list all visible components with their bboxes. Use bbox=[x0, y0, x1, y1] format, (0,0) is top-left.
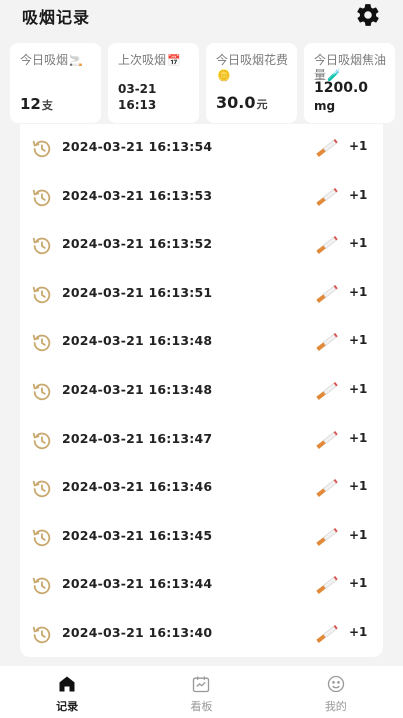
stat-value: 03-21 16:13 bbox=[118, 82, 157, 112]
history-clock-icon bbox=[32, 237, 51, 255]
stat-label: 今日吸烟 bbox=[20, 53, 69, 67]
cigarette-icon bbox=[316, 382, 338, 400]
record-count: +1 bbox=[349, 284, 368, 299]
record-row[interactable]: 2024-03-21 16:13:48 +1 bbox=[20, 318, 383, 366]
record-count: +1 bbox=[349, 576, 368, 591]
bottom-tab-bar: 记录 看板 我的 bbox=[0, 666, 403, 718]
cigarette-icon bbox=[316, 236, 338, 255]
record-row[interactable]: 2024-03-21 16:13:40 +1 bbox=[20, 610, 383, 657]
cigarette-icon bbox=[316, 284, 338, 303]
record-time: 2024-03-21 16:13:47 bbox=[62, 430, 213, 446]
record-row[interactable]: 2024-03-21 16:13:44 +1 bbox=[20, 561, 383, 609]
history-clock-icon bbox=[32, 578, 51, 595]
smiley-icon bbox=[327, 675, 344, 693]
record-time: 2024-03-21 16:13:48 bbox=[62, 333, 213, 349]
cigarette-icon bbox=[316, 139, 338, 157]
history-clock-icon bbox=[32, 140, 51, 158]
stat-card-last-smoke: 上次吸烟📅 03-21 16:13 bbox=[108, 43, 199, 123]
record-count: +1 bbox=[349, 236, 368, 251]
history-clock-icon bbox=[32, 383, 51, 401]
page-title: 吸烟记录 bbox=[22, 8, 91, 27]
history-clock-icon bbox=[32, 480, 51, 498]
calendar-emoji-icon: 📅 bbox=[167, 54, 181, 67]
record-list[interactable]: 2024-03-21 16:13:54 +1 2024-03-21 16:13:53… bbox=[20, 124, 383, 657]
history-clock-icon bbox=[32, 189, 51, 206]
settings-button[interactable] bbox=[354, 2, 382, 28]
history-clock-icon bbox=[32, 626, 51, 644]
record-row[interactable]: 2024-03-21 16:13:47 +1 bbox=[20, 416, 383, 464]
record-row[interactable]: 2024-03-21 16:13:48 +1 bbox=[20, 367, 383, 415]
stat-card-tar: 今日吸烟焦油量🧪 1200.0 mg bbox=[304, 43, 395, 123]
tab-label: 我的 bbox=[324, 700, 347, 713]
cigarette-icon bbox=[316, 187, 338, 206]
record-row[interactable]: 2024-03-21 16:13:45 +1 bbox=[20, 513, 383, 561]
record-time: 2024-03-21 16:13:44 bbox=[62, 576, 213, 592]
record-row[interactable]: 2024-03-21 16:13:52 +1 bbox=[20, 221, 383, 269]
record-row[interactable]: 2024-03-21 16:13:53 +1 bbox=[20, 173, 383, 221]
record-time: 2024-03-21 16:13:52 bbox=[62, 236, 213, 252]
history-clock-icon bbox=[32, 286, 51, 303]
stat-value: 1200.0 mg bbox=[314, 80, 369, 113]
cigarette-icon bbox=[316, 333, 338, 352]
stat-card-cost: 今日吸烟花费 🪙 30.0元 bbox=[206, 43, 297, 123]
record-time: 2024-03-21 16:13:53 bbox=[62, 187, 213, 203]
record-row[interactable]: 2024-03-21 16:13:54 +1 bbox=[20, 124, 383, 172]
stat-label: 上次吸烟 bbox=[118, 53, 167, 67]
record-time: 2024-03-21 16:13:40 bbox=[62, 625, 213, 640]
record-count: +1 bbox=[349, 430, 368, 445]
history-clock-icon bbox=[32, 529, 51, 546]
tab-records[interactable]: 记录 bbox=[0, 666, 134, 718]
record-time: 2024-03-21 16:13:51 bbox=[62, 284, 213, 300]
record-row[interactable]: 2024-03-21 16:13:51 +1 bbox=[20, 270, 383, 318]
gear-icon bbox=[357, 4, 379, 26]
record-time: 2024-03-21 16:13:45 bbox=[62, 527, 213, 543]
record-count: +1 bbox=[349, 333, 368, 348]
app-header: 吸烟记录 bbox=[0, 0, 403, 38]
cigarette-icon bbox=[316, 576, 338, 595]
record-count: +1 bbox=[349, 527, 368, 542]
history-clock-icon bbox=[32, 335, 51, 352]
stat-value: 30.0元 bbox=[216, 93, 268, 112]
stats-row: 今日吸烟🚬 12支 上次吸烟📅 03-21 16:13 今日吸烟花费 🪙 30.0… bbox=[10, 43, 398, 123]
stat-label: 今日吸烟焦油量 bbox=[314, 53, 387, 82]
tab-label: 看板 bbox=[190, 700, 213, 713]
home-icon bbox=[59, 676, 75, 692]
calendar-icon bbox=[193, 676, 210, 693]
record-count: +1 bbox=[349, 139, 368, 153]
stat-card-today-count: 今日吸烟🚬 12支 bbox=[10, 43, 101, 123]
record-time: 2024-03-21 16:13:54 bbox=[62, 139, 213, 154]
tab-label: 记录 bbox=[56, 700, 79, 713]
stat-label: 今日吸烟花费 bbox=[216, 53, 289, 67]
cigarette-icon bbox=[316, 430, 338, 449]
record-count: +1 bbox=[349, 625, 368, 639]
record-time: 2024-03-21 16:13:46 bbox=[62, 479, 213, 495]
record-time: 2024-03-21 16:13:48 bbox=[62, 382, 213, 397]
stat-value: 12支 bbox=[20, 95, 53, 113]
record-count: +1 bbox=[349, 479, 368, 494]
record-count: +1 bbox=[349, 187, 368, 202]
cigarette-icon bbox=[316, 479, 338, 498]
tab-profile[interactable]: 我的 bbox=[269, 666, 403, 718]
record-row[interactable]: 2024-03-21 16:13:46 +1 bbox=[20, 464, 383, 512]
cigarette-icon: 🚬 bbox=[69, 54, 83, 67]
coin-icon: 🪙 bbox=[217, 69, 231, 82]
history-clock-icon bbox=[32, 432, 51, 449]
record-count: +1 bbox=[349, 382, 368, 396]
cigarette-icon bbox=[316, 625, 338, 643]
cigarette-icon bbox=[316, 527, 338, 546]
tab-dashboard[interactable]: 看板 bbox=[134, 666, 268, 718]
